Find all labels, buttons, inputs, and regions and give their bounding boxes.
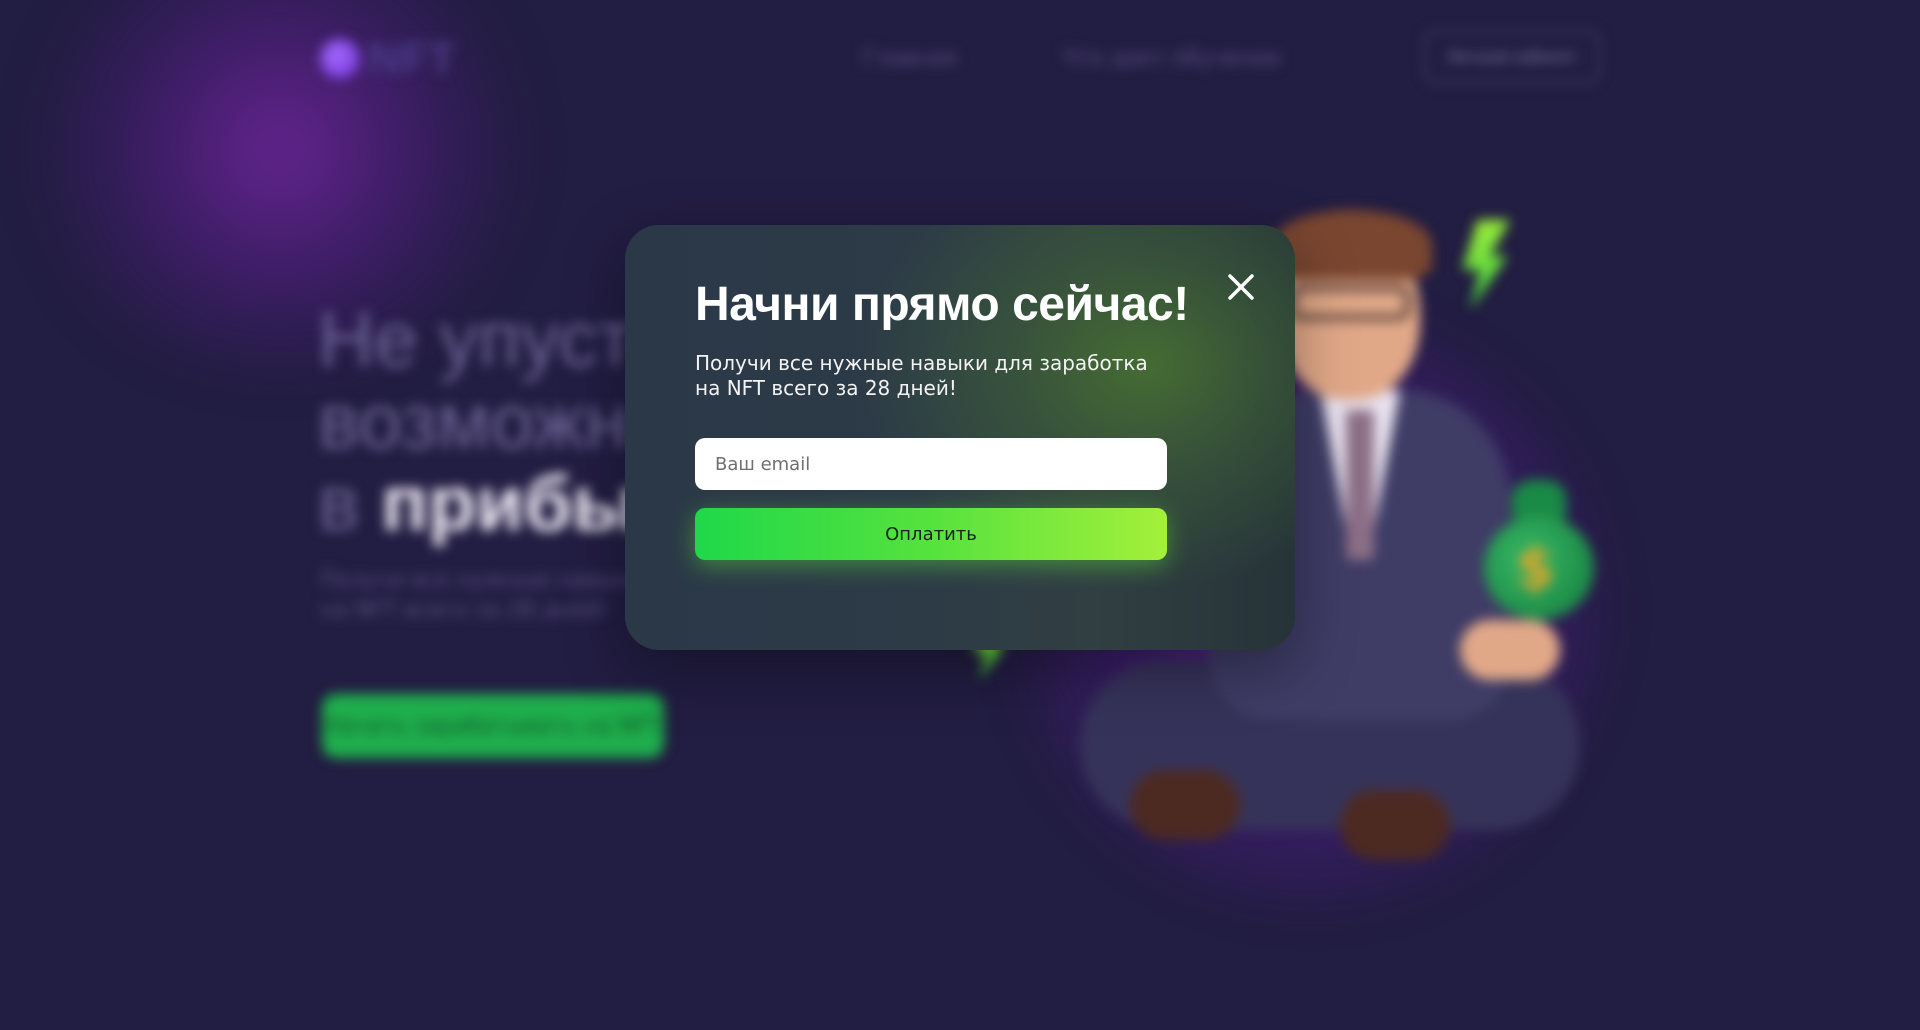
logo: NFT: [320, 34, 457, 84]
modal-description: Получи все нужные навыки для заработка н…: [695, 351, 1148, 400]
close-button[interactable]: [1215, 261, 1267, 313]
email-input[interactable]: [695, 438, 1167, 490]
person-shoe: [1130, 770, 1240, 840]
cabinet-button: Личный кабинет: [1424, 30, 1600, 84]
person-hair: [1272, 210, 1432, 280]
person-shoe: [1340, 790, 1450, 860]
money-bag-icon: $: [1484, 480, 1594, 620]
hero-cta-button: Начать зарабатывать на NFT: [322, 694, 664, 758]
hero-subtitle-line: Получи все нужные навыки: [320, 568, 643, 593]
logo-icon: [320, 39, 360, 79]
modal-title: Начни прямо сейчас!: [695, 278, 1189, 331]
close-icon: [1228, 274, 1254, 300]
hero-title-prefix: в: [318, 459, 382, 547]
nav-item-learning: Что дает обучение: [1062, 46, 1282, 71]
nav-item-home: Главная: [862, 46, 958, 71]
logo-text: NFT: [368, 34, 457, 83]
hero-subtitle: Получи все нужные навыки на NFT всего за…: [320, 566, 642, 626]
dollar-sign-icon: $: [1516, 536, 1555, 601]
hero-subtitle-line: на NFT всего за 28 дней!: [320, 598, 609, 623]
person-glasses: [1290, 286, 1410, 320]
person-tie: [1346, 410, 1374, 560]
person-hand: [1460, 620, 1560, 680]
pay-button[interactable]: Оплатить: [695, 508, 1167, 560]
signup-modal: Начни прямо сейчас! Получи все нужные на…: [625, 225, 1295, 650]
